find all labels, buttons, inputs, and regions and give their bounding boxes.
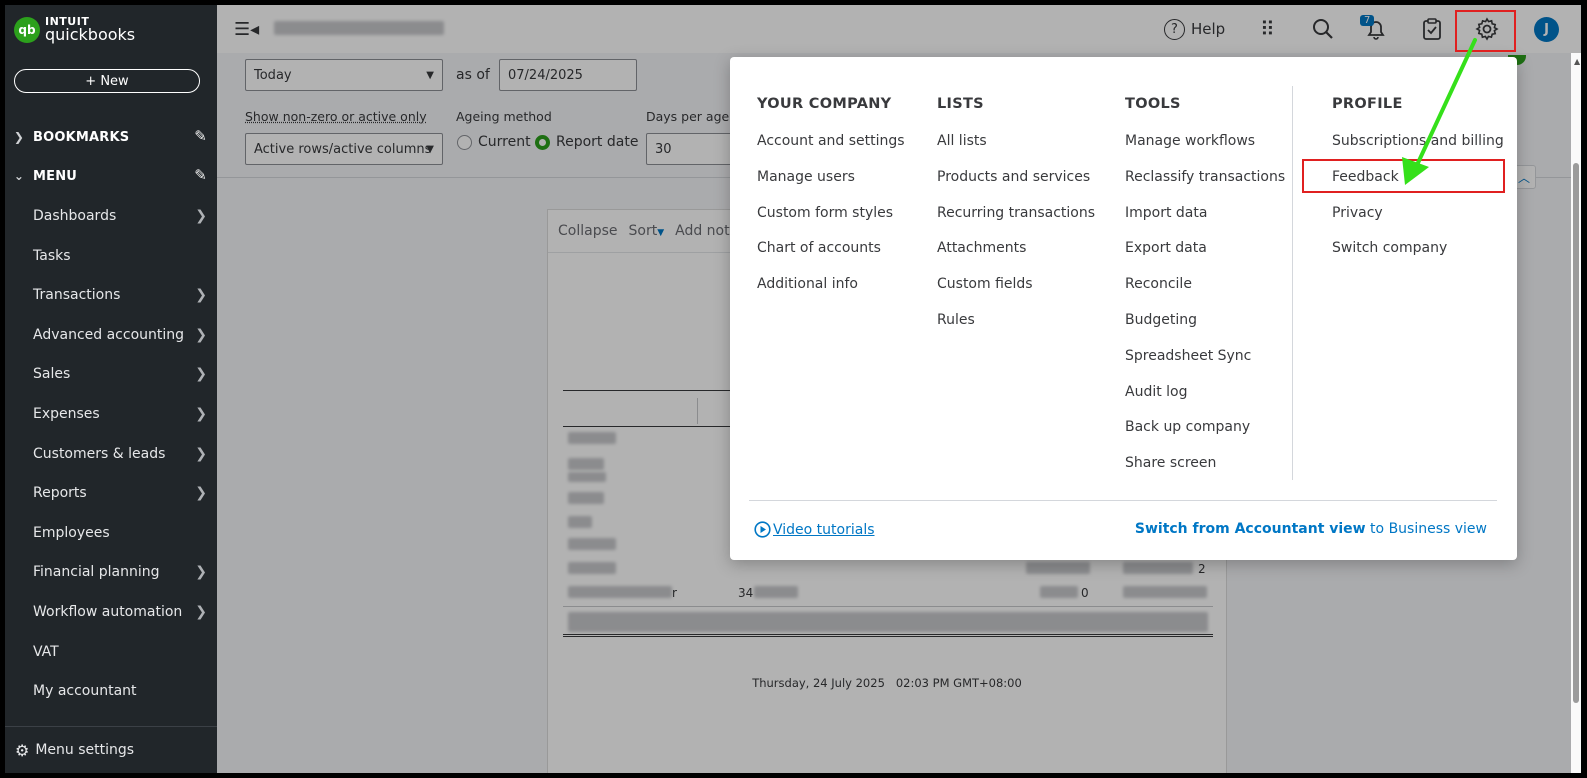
green-arrow-annotation: [1402, 38, 1477, 185]
app-window: qb INTUIT quickbooks + New ❯ BOOKMARKS ✎…: [5, 5, 1581, 773]
